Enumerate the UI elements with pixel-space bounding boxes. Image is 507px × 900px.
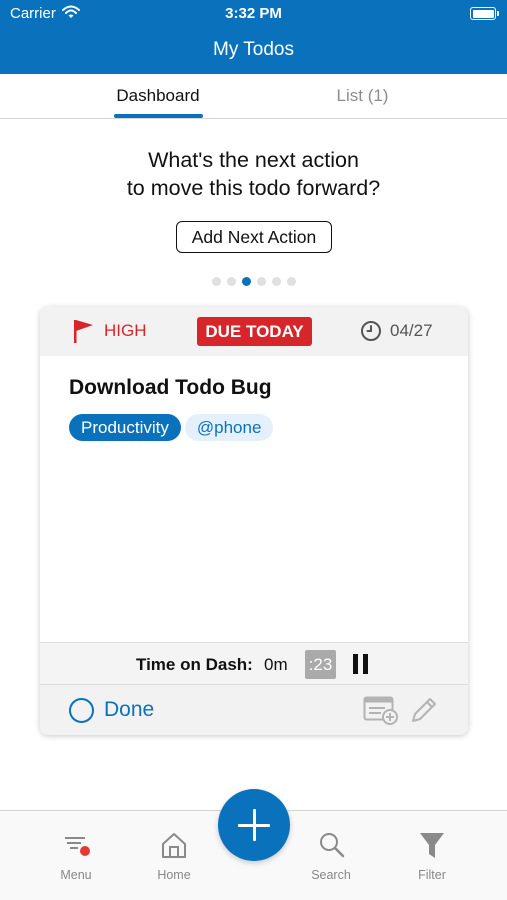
prompt-line-1: What's the next action bbox=[148, 148, 359, 172]
pause-icon[interactable] bbox=[353, 654, 368, 674]
tab-bar-menu-label: Menu bbox=[60, 868, 92, 882]
tab-bar-home-label: Home bbox=[157, 868, 191, 882]
flag-icon bbox=[72, 319, 94, 348]
todo-card[interactable]: HIGH DUE TODAY 04/27 Download Todo Bug P… bbox=[40, 307, 468, 735]
app-header: Carrier 3:32 PM My Todos bbox=[0, 0, 507, 74]
tag-productivity[interactable]: Productivity bbox=[69, 414, 181, 441]
todo-title[interactable]: Download Todo Bug bbox=[69, 376, 272, 400]
menu-icon bbox=[65, 837, 90, 856]
add-next-action-button[interactable]: Add Next Action bbox=[176, 221, 332, 253]
tab-bar-filter-label: Filter bbox=[418, 868, 446, 882]
tab-selected-indicator bbox=[114, 114, 203, 118]
done-circle-icon[interactable] bbox=[69, 698, 94, 723]
status-time: 3:32 PM bbox=[225, 5, 282, 22]
pencil-icon[interactable] bbox=[409, 695, 439, 730]
time-on-dash-seconds: :23 bbox=[305, 650, 336, 679]
search-icon bbox=[320, 833, 345, 858]
page-dot bbox=[211, 277, 221, 286]
page-dot bbox=[256, 277, 266, 286]
time-on-dash-minutes: 0m bbox=[264, 655, 288, 674]
status-bar: Carrier 3:32 PM bbox=[0, 0, 507, 28]
tab-list[interactable]: List (1) bbox=[306, 86, 419, 106]
page-dot bbox=[271, 277, 281, 286]
tab-bar-search-label: Search bbox=[311, 868, 351, 882]
prompt-line-2: to move this todo forward? bbox=[126, 176, 381, 200]
due-date: 04/27 bbox=[390, 321, 433, 340]
page-dot bbox=[286, 277, 296, 286]
page-indicator[interactable] bbox=[0, 273, 507, 291]
todo-card-header: HIGH DUE TODAY 04/27 bbox=[40, 307, 468, 356]
page-title: My Todos bbox=[213, 39, 294, 60]
battery-icon bbox=[470, 7, 499, 20]
priority-label: HIGH bbox=[104, 321, 147, 340]
segmented-tabs: Dashboard List (1) bbox=[0, 74, 507, 119]
tag-phone[interactable]: @phone bbox=[184, 414, 274, 441]
time-on-dash-bar: Time on Dash: 0m :23 bbox=[40, 642, 468, 685]
todo-tags: Productivity @phone bbox=[69, 414, 277, 441]
page-dot-active bbox=[241, 277, 251, 286]
page-dot bbox=[226, 277, 236, 286]
filter-icon bbox=[420, 833, 444, 858]
add-to-list-icon[interactable] bbox=[363, 695, 399, 730]
todo-card-footer: Done bbox=[40, 685, 468, 735]
add-todo-button[interactable] bbox=[218, 789, 290, 861]
done-button[interactable]: Done bbox=[104, 698, 154, 722]
tab-dashboard[interactable]: Dashboard bbox=[100, 86, 216, 106]
clock-icon bbox=[360, 320, 382, 347]
home-icon bbox=[162, 833, 186, 858]
due-status-badge: DUE TODAY bbox=[197, 317, 312, 346]
time-on-dash-label: Time on Dash: bbox=[136, 655, 253, 674]
next-action-prompt: What's the next action to move this todo… bbox=[0, 146, 507, 202]
